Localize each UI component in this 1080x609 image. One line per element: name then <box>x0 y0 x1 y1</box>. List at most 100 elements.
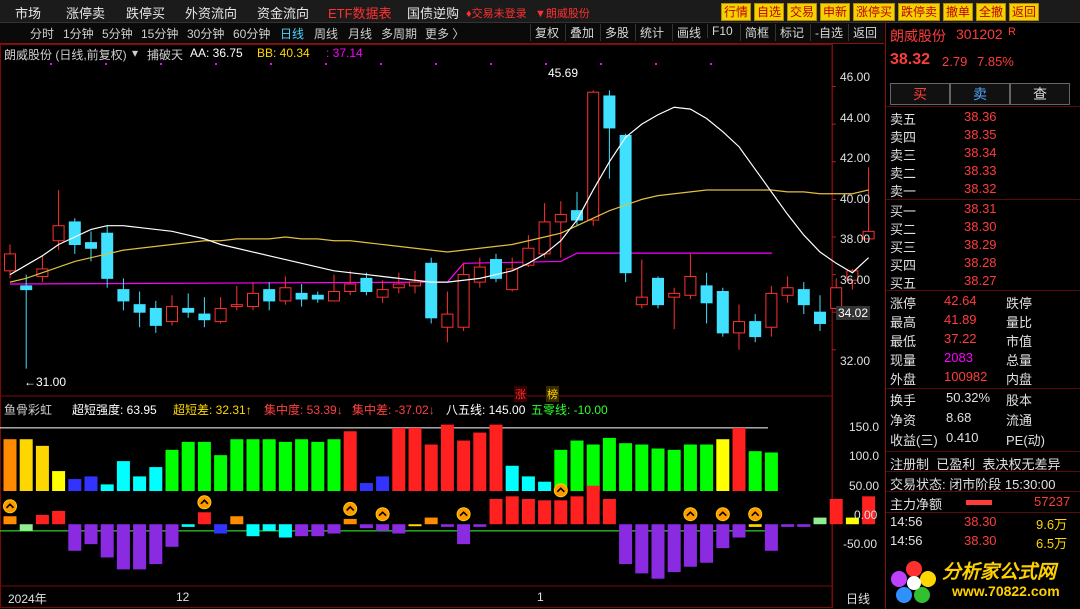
buy-button[interactable]: 买 <box>890 83 950 105</box>
period-1min[interactable]: 1分钟 <box>63 25 94 42</box>
logo-text: 分析家公式网 <box>942 562 1057 583</box>
y-tick-46: 46.00 <box>840 70 871 84</box>
concentration-bar <box>570 496 584 525</box>
concentration-bar <box>619 524 633 565</box>
strength-bar <box>19 439 33 492</box>
menu-limit-up-sell[interactable]: 涨停卖 <box>66 3 105 22</box>
concentration-bar <box>781 524 795 527</box>
btn-trade[interactable]: 交易 <box>787 3 818 21</box>
y-tick-32: 32.00 <box>840 354 871 368</box>
price-change-pct: 7.85% <box>977 54 1014 69</box>
quote-row: 14:56 38.30 6.5万 <box>890 533 1080 553</box>
menu-limit-down-buy[interactable]: 跌停买 <box>126 3 165 22</box>
btn-cancel-order[interactable]: 撤单 <box>943 3 974 21</box>
top-dot-marker <box>270 63 272 65</box>
period-timeshare[interactable]: 分时 <box>30 25 54 42</box>
trade-login-status[interactable]: ♦交易未登录 <box>466 5 527 21</box>
period-weekly[interactable]: 周线 <box>314 25 338 42</box>
period-60min[interactable]: 60分钟 <box>233 25 270 42</box>
bid-label: 买一 <box>890 204 917 219</box>
ask-price: 38.32 <box>964 181 997 196</box>
tool-overlay[interactable]: 叠加 <box>565 24 594 41</box>
sell-button[interactable]: 卖 <box>950 83 1010 105</box>
period-daily[interactable]: 日线 <box>280 25 304 42</box>
strength-bar <box>84 476 98 492</box>
tool-mark[interactable]: 标记 <box>775 24 804 41</box>
period-more[interactable]: 更多 〉 <box>425 25 464 42</box>
candle-body <box>473 266 486 283</box>
concentration-bar <box>602 498 616 525</box>
quote-row: 收益(三) 0.410 PE(动) <box>890 430 1080 450</box>
tool-simple-frame[interactable]: 简框 <box>740 24 769 41</box>
query-button[interactable]: 查 <box>1010 83 1070 105</box>
indicator-name[interactable]: 捕破天 <box>147 46 183 63</box>
y-tick-40: 40.00 <box>840 192 871 206</box>
top-dot-marker <box>655 63 657 65</box>
stock-name-link[interactable]: ▼朗威股份 <box>535 5 590 21</box>
btn-limit-up-buy[interactable]: 涨停买 <box>853 3 896 21</box>
y-tick-44: 44.00 <box>840 111 871 125</box>
menu-bond-repo[interactable]: 国债逆购 <box>407 3 459 22</box>
sub-indicator-name[interactable]: 鱼骨彩虹 <box>4 401 52 418</box>
concentration-bar <box>149 524 163 565</box>
ranking-tag: 榜 <box>546 386 559 402</box>
candle-body <box>376 289 389 298</box>
tool-multi-stock[interactable]: 多股 <box>600 24 629 41</box>
btn-cancel-all[interactable]: 全撤 <box>976 3 1007 21</box>
tool-draw-line[interactable]: 画线 <box>672 24 701 41</box>
stat-key: 涨停 <box>890 296 917 311</box>
stat-key: 最高 <box>890 315 917 330</box>
concentration-bar <box>35 514 49 525</box>
btn-watchlist[interactable]: 自选 <box>754 3 785 21</box>
period-monthly[interactable]: 月线 <box>348 25 372 42</box>
top-dot-marker <box>215 63 217 65</box>
sub-value-concentration: 集中度: 53.39↓ <box>264 403 343 417</box>
stat-key: 外盘 <box>890 372 917 387</box>
tool-remove-watch[interactable]: -自选 <box>810 24 843 41</box>
ask-price: 38.33 <box>964 163 997 178</box>
ask-label: 卖一 <box>890 184 917 199</box>
candle-body <box>52 225 65 242</box>
strength-bar <box>100 484 114 492</box>
concentration-bar <box>489 498 503 525</box>
tool-restore-rights[interactable]: 复权 <box>530 24 559 41</box>
btn-quote[interactable]: 行情 <box>721 3 752 21</box>
menu-market[interactable]: 市场 <box>15 3 41 22</box>
menu-foreign-flow[interactable]: 外资流向 <box>185 3 237 22</box>
sub-value-concentration-diff: 集中差: -37.02↓ <box>352 403 435 417</box>
signal-up-icon <box>197 495 212 510</box>
menu-etf-table[interactable]: ETF数据表 <box>328 3 392 22</box>
concentration-bar <box>376 524 390 531</box>
strength-bar <box>3 439 17 492</box>
period-5min[interactable]: 5分钟 <box>102 25 133 42</box>
tool-statistics[interactable]: 统计 <box>635 24 664 41</box>
tool-f10[interactable]: F10 <box>707 24 733 38</box>
strength-bar <box>602 437 616 492</box>
kline-chart[interactable] <box>0 44 884 609</box>
chart-title: 朗威股份 (日线,前复权) <box>4 48 127 62</box>
candle-body <box>117 289 130 302</box>
btn-limit-down-sell[interactable]: 跌停卖 <box>898 3 941 21</box>
divider <box>886 106 1080 107</box>
signal-up-icon <box>683 507 698 522</box>
btn-back[interactable]: 返回 <box>1009 3 1040 21</box>
caret-icon[interactable]: ▾ <box>132 46 138 60</box>
tick-price: 38.30 <box>964 514 997 529</box>
tool-back[interactable]: 返回 <box>848 24 877 41</box>
concentration-bar <box>295 524 309 537</box>
candle-body <box>554 213 567 223</box>
concentration-bar <box>554 500 568 525</box>
strength-bar <box>473 432 487 492</box>
candle-body <box>166 306 178 323</box>
sub-y-tick-100: 100.0 <box>849 449 880 463</box>
concentration-bar <box>521 498 535 525</box>
period-multi[interactable]: 多周期 <box>381 25 417 42</box>
ask-book: 卖五 38.36 卖四 38.35 卖三 38.34 卖二 38.33 卖一 38.32 <box>886 109 1080 209</box>
period-30min[interactable]: 30分钟 <box>187 25 224 42</box>
stat-key-2: 内盘 <box>1006 372 1033 387</box>
period-15min[interactable]: 15分钟 <box>141 25 178 42</box>
quote-row: 卖一 38.32 <box>890 181 1080 201</box>
tick-time: 14:56 <box>890 533 923 548</box>
menu-capital-flow[interactable]: 资金流向 <box>257 3 309 22</box>
btn-ipo[interactable]: 申新 <box>820 3 851 21</box>
